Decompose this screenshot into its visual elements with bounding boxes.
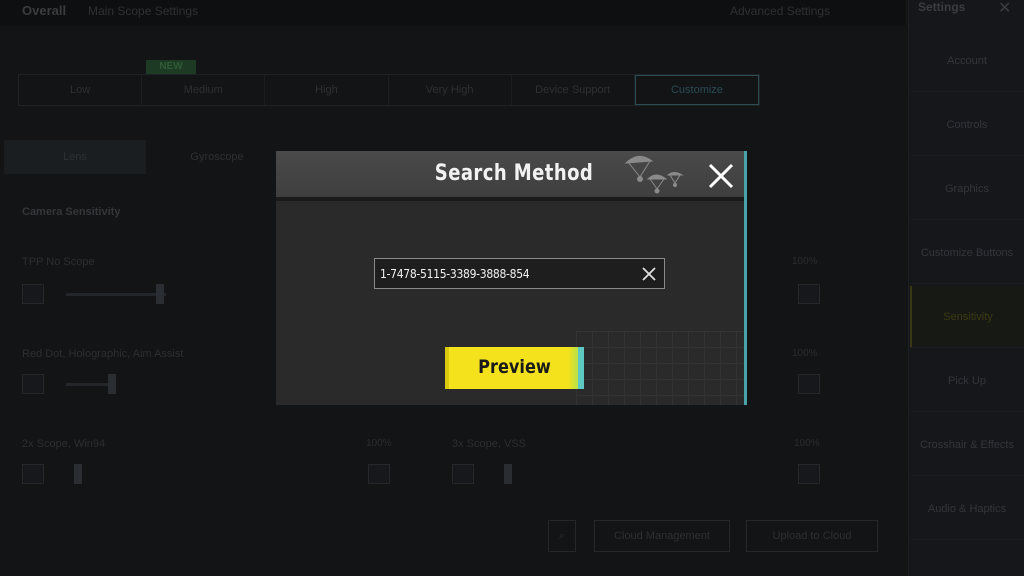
setting-label-3x-scope: 3x Scope, VSS xyxy=(452,438,526,450)
top-title: Overall xyxy=(22,3,67,18)
plus-box xyxy=(798,464,820,484)
close-icon xyxy=(708,163,734,189)
sidebar-item-controls: Controls xyxy=(910,94,1024,156)
percent-value: 100% xyxy=(792,348,818,359)
top-bar: Overall Main Scope Settings Advanced Set… xyxy=(0,0,905,26)
tab-customize: Customize xyxy=(634,75,760,105)
slider-knob xyxy=(74,464,82,484)
minus-box xyxy=(22,284,44,304)
search-icon: ⌕ xyxy=(548,520,576,552)
sidebar-item-account: Account xyxy=(910,30,1024,92)
slider-track xyxy=(66,293,166,296)
section-label: Camera Sensitivity xyxy=(22,206,121,218)
subtab-lens: Lens xyxy=(4,140,146,174)
setting-label-red-dot: Red Dot, Holographic, Aim Assist xyxy=(22,348,184,360)
sidebar-item-sensitivity: Sensitivity xyxy=(910,286,1024,348)
percent-value: 100% xyxy=(794,438,820,449)
slider-knob xyxy=(156,284,164,304)
percent-value: 100% xyxy=(792,256,818,267)
clear-icon xyxy=(642,266,656,281)
cloud-management-button: Cloud Management xyxy=(594,520,730,552)
close-button[interactable] xyxy=(702,158,740,194)
minus-box xyxy=(22,464,44,484)
dialog-title: Search Method xyxy=(434,161,594,186)
minus-box xyxy=(22,374,44,394)
plus-box xyxy=(798,374,820,394)
subtab-gyroscope: Gyroscope xyxy=(190,151,244,163)
new-badge: NEW xyxy=(146,60,196,74)
plus-box xyxy=(368,464,390,484)
sidebar-item-customize-buttons: Customize Buttons xyxy=(910,222,1024,284)
upload-cloud-button: Upload to Cloud xyxy=(746,520,878,552)
map-grid-decoration xyxy=(576,331,744,405)
sidebar-item-graphics: Graphics xyxy=(910,158,1024,220)
tab-very-high: Very High xyxy=(389,75,512,105)
percent-value: 100% xyxy=(366,438,392,449)
preview-label: Preview xyxy=(478,356,551,378)
search-method-dialog: Search Method Preview xyxy=(276,151,747,405)
slider-knob xyxy=(108,374,116,394)
tab-high: High xyxy=(265,75,389,105)
search-field xyxy=(374,258,665,289)
preview-button[interactable]: Preview xyxy=(445,347,584,389)
top-right-link: Advanced Settings xyxy=(730,4,831,18)
preset-tabs: Low Medium High Very High Device Support… xyxy=(18,74,760,106)
setting-label-2x-scope: 2x Scope, Win94 xyxy=(22,438,106,450)
search-input[interactable] xyxy=(375,259,634,288)
plus-box xyxy=(798,284,820,304)
sidebar-item-pick-up: Pick Up xyxy=(910,350,1024,412)
sidebar-item-crosshair: Crosshair & Effects xyxy=(910,414,1024,476)
tab-low: Low xyxy=(19,75,143,105)
minus-box xyxy=(452,464,474,484)
tab-device-support: Device Support xyxy=(512,75,635,105)
top-subtitle: Main Scope Settings xyxy=(88,4,199,18)
sidebar-item-audio: Audio & Haptics xyxy=(910,478,1024,540)
sidebar-title: Settings xyxy=(918,0,966,14)
sidebar-close-icon: ✕ xyxy=(998,0,1012,17)
setting-label-tpp: TPP No Scope xyxy=(22,256,95,268)
clear-button[interactable] xyxy=(634,259,664,288)
tab-medium: Medium xyxy=(142,75,266,105)
slider-knob xyxy=(504,464,512,484)
